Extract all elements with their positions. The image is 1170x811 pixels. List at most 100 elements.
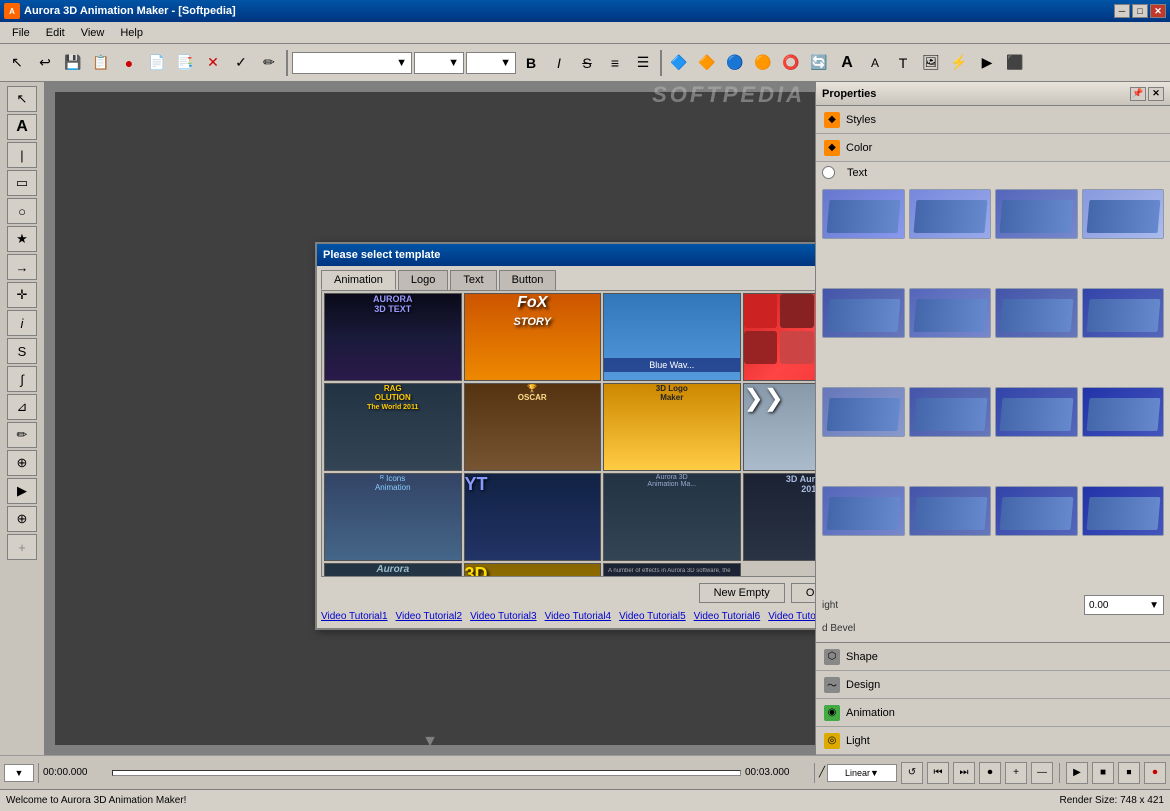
toolbar-delete-icon[interactable]: ✕ bbox=[200, 50, 226, 76]
template-item-15[interactable]: A number of effects in Aurora 3D softwar… bbox=[603, 563, 741, 576]
panel-section-animation[interactable]: ◉ Animation bbox=[816, 699, 1170, 727]
video-tutorial-2[interactable]: Video Tutorial2 bbox=[396, 611, 463, 622]
toolbar-undo-icon[interactable]: ↩ bbox=[32, 50, 58, 76]
minimize-button[interactable]: ─ bbox=[1114, 4, 1130, 18]
new-empty-button[interactable]: New Empty bbox=[699, 583, 785, 603]
toolbar-3d5-icon[interactable]: ⭕ bbox=[778, 50, 804, 76]
record-red-button[interactable]: ⏺ bbox=[1144, 762, 1166, 784]
profile-item-15[interactable] bbox=[995, 486, 1078, 536]
toolbar-save-icon[interactable]: 💾 bbox=[60, 50, 86, 76]
profile-item-4[interactable] bbox=[1082, 189, 1165, 239]
toolbar-style-dropdown[interactable]: ▼ bbox=[466, 52, 516, 74]
video-tutorial-4[interactable]: Video Tutorial4 bbox=[545, 611, 612, 622]
toolbar-A1-icon[interactable]: A bbox=[834, 50, 860, 76]
profile-item-9[interactable] bbox=[822, 387, 905, 437]
interpolation-dropdown[interactable]: Linear ▼ bbox=[827, 764, 897, 782]
template-item-7[interactable]: 3D LogoMaker bbox=[603, 383, 741, 471]
profile-item-2[interactable] bbox=[909, 189, 992, 239]
tool-star[interactable]: ★ bbox=[7, 226, 37, 252]
panel-close-button[interactable]: ✕ bbox=[1148, 87, 1164, 101]
tool-circle[interactable]: ○ bbox=[7, 198, 37, 224]
profile-item-16[interactable] bbox=[1082, 486, 1165, 536]
template-item-6[interactable]: 🏆OSCAR bbox=[464, 383, 602, 471]
tab-animation[interactable]: Animation bbox=[321, 270, 396, 290]
tool-i[interactable]: i bbox=[7, 310, 37, 336]
template-item-14[interactable]: 3D bbox=[464, 563, 602, 576]
toolbar-img-icon[interactable]: 🖼 bbox=[918, 50, 944, 76]
template-item-3[interactable]: Blue Wav... bbox=[603, 293, 741, 381]
toolbar-save-as-icon[interactable]: 📋 bbox=[88, 50, 114, 76]
panel-section-shape[interactable]: ⬡ Shape bbox=[816, 643, 1170, 671]
tool-rect[interactable]: ▭ bbox=[7, 170, 37, 196]
panel-section-color[interactable]: ◆ Color bbox=[816, 134, 1170, 162]
toolbar-align-icon[interactable]: ☰ bbox=[630, 50, 656, 76]
video-tutorial-7[interactable]: Video Tutorial7 bbox=[768, 611, 815, 622]
profile-item-1[interactable] bbox=[822, 189, 905, 239]
profile-item-14[interactable] bbox=[909, 486, 992, 536]
menu-view[interactable]: View bbox=[73, 25, 113, 41]
maximize-button[interactable]: □ bbox=[1132, 4, 1148, 18]
toolbar-new-icon[interactable]: 📄 bbox=[144, 50, 170, 76]
tool-curve[interactable]: ∫ bbox=[7, 366, 37, 392]
template-item-12[interactable]: 3D Aurora 32017 bbox=[743, 473, 816, 561]
tab-text[interactable]: Text bbox=[450, 270, 496, 290]
toolbar-fx-icon[interactable]: ⚡ bbox=[946, 50, 972, 76]
profile-item-5[interactable] bbox=[822, 288, 905, 338]
tool-text[interactable]: A bbox=[7, 114, 37, 140]
tool-zoom[interactable]: ⊕ bbox=[7, 450, 37, 476]
video-tutorial-1[interactable]: Video Tutorial1 bbox=[321, 611, 388, 622]
panel-section-light[interactable]: ◎ Light bbox=[816, 727, 1170, 755]
toolbar-copy-icon[interactable]: 📑 bbox=[172, 50, 198, 76]
template-item-9[interactable]: ᴿ IconsAnimation bbox=[324, 473, 462, 561]
stop-button[interactable]: ■ bbox=[1092, 762, 1114, 784]
profile-item-11[interactable] bbox=[995, 387, 1078, 437]
tool-select[interactable]: ↖ bbox=[7, 86, 37, 112]
profile-item-7[interactable] bbox=[995, 288, 1078, 338]
template-item-13[interactable]: Aurora bbox=[324, 563, 462, 576]
menu-file[interactable]: File bbox=[4, 25, 38, 41]
timeline-slider[interactable] bbox=[112, 770, 741, 776]
template-item-10[interactable]: YT bbox=[464, 473, 602, 561]
timeline-add-button[interactable]: + bbox=[1005, 762, 1027, 784]
height-spinner[interactable]: ▼ bbox=[1149, 600, 1159, 611]
timeline-misc-button[interactable]: — bbox=[1031, 762, 1053, 784]
toolbar-bold-icon[interactable]: B bbox=[518, 50, 544, 76]
timeline-dropdown-left[interactable]: ▼ bbox=[4, 764, 34, 782]
radio-text[interactable] bbox=[822, 166, 835, 179]
panel-section-styles[interactable]: ◆ Styles bbox=[816, 106, 1170, 134]
profile-item-13[interactable] bbox=[822, 486, 905, 536]
video-tutorial-6[interactable]: Video Tutorial6 bbox=[694, 611, 761, 622]
tool-s[interactable]: S bbox=[7, 338, 37, 364]
toolbar-3d3-icon[interactable]: 🔵 bbox=[722, 50, 748, 76]
timeline-next-button[interactable]: ⏭ bbox=[953, 762, 975, 784]
tool-arrow[interactable]: → bbox=[7, 254, 37, 280]
profile-item-12[interactable] bbox=[1082, 387, 1165, 437]
timeline-prev-button[interactable]: ⏮ bbox=[927, 762, 949, 784]
tool-pencil[interactable]: ✏ bbox=[7, 422, 37, 448]
toolbar-settings-icon[interactable]: ⬛ bbox=[1002, 50, 1028, 76]
profile-item-6[interactable] bbox=[909, 288, 992, 338]
video-tutorial-3[interactable]: Video Tutorial3 bbox=[470, 611, 537, 622]
menu-help[interactable]: Help bbox=[112, 25, 151, 41]
toolbar-check-icon[interactable]: ✓ bbox=[228, 50, 254, 76]
toolbar-export-icon[interactable]: ▶ bbox=[974, 50, 1000, 76]
template-item-8[interactable]: ❯❯ bbox=[743, 383, 816, 471]
toolbar-italic-icon[interactable]: I bbox=[546, 50, 572, 76]
toolbar-pencil-icon[interactable]: ✏ bbox=[256, 50, 282, 76]
menu-edit[interactable]: Edit bbox=[38, 25, 73, 41]
tool-move[interactable]: ✛ bbox=[7, 282, 37, 308]
tool-plus[interactable]: + bbox=[7, 534, 37, 560]
toolbar-arrow-icon[interactable]: ↖ bbox=[4, 50, 30, 76]
toolbar-text-icon[interactable]: T bbox=[890, 50, 916, 76]
close-button[interactable]: ✕ bbox=[1150, 4, 1166, 18]
height-input[interactable]: 0.00 ▼ bbox=[1084, 595, 1164, 615]
toolbar-3d6-icon[interactable]: 🔄 bbox=[806, 50, 832, 76]
template-item-4[interactable] bbox=[743, 293, 816, 381]
ok-button[interactable]: Ok bbox=[791, 583, 815, 603]
tab-button[interactable]: Button bbox=[499, 270, 557, 290]
video-tutorial-5[interactable]: Video Tutorial5 bbox=[619, 611, 686, 622]
toolbar-size-dropdown[interactable]: ▼ bbox=[414, 52, 464, 74]
template-item-5[interactable]: RAGOLUTIONThe World 2011 bbox=[324, 383, 462, 471]
toolbar-A2-icon[interactable]: A bbox=[862, 50, 888, 76]
toolbar-red-icon[interactable]: ● bbox=[116, 50, 142, 76]
